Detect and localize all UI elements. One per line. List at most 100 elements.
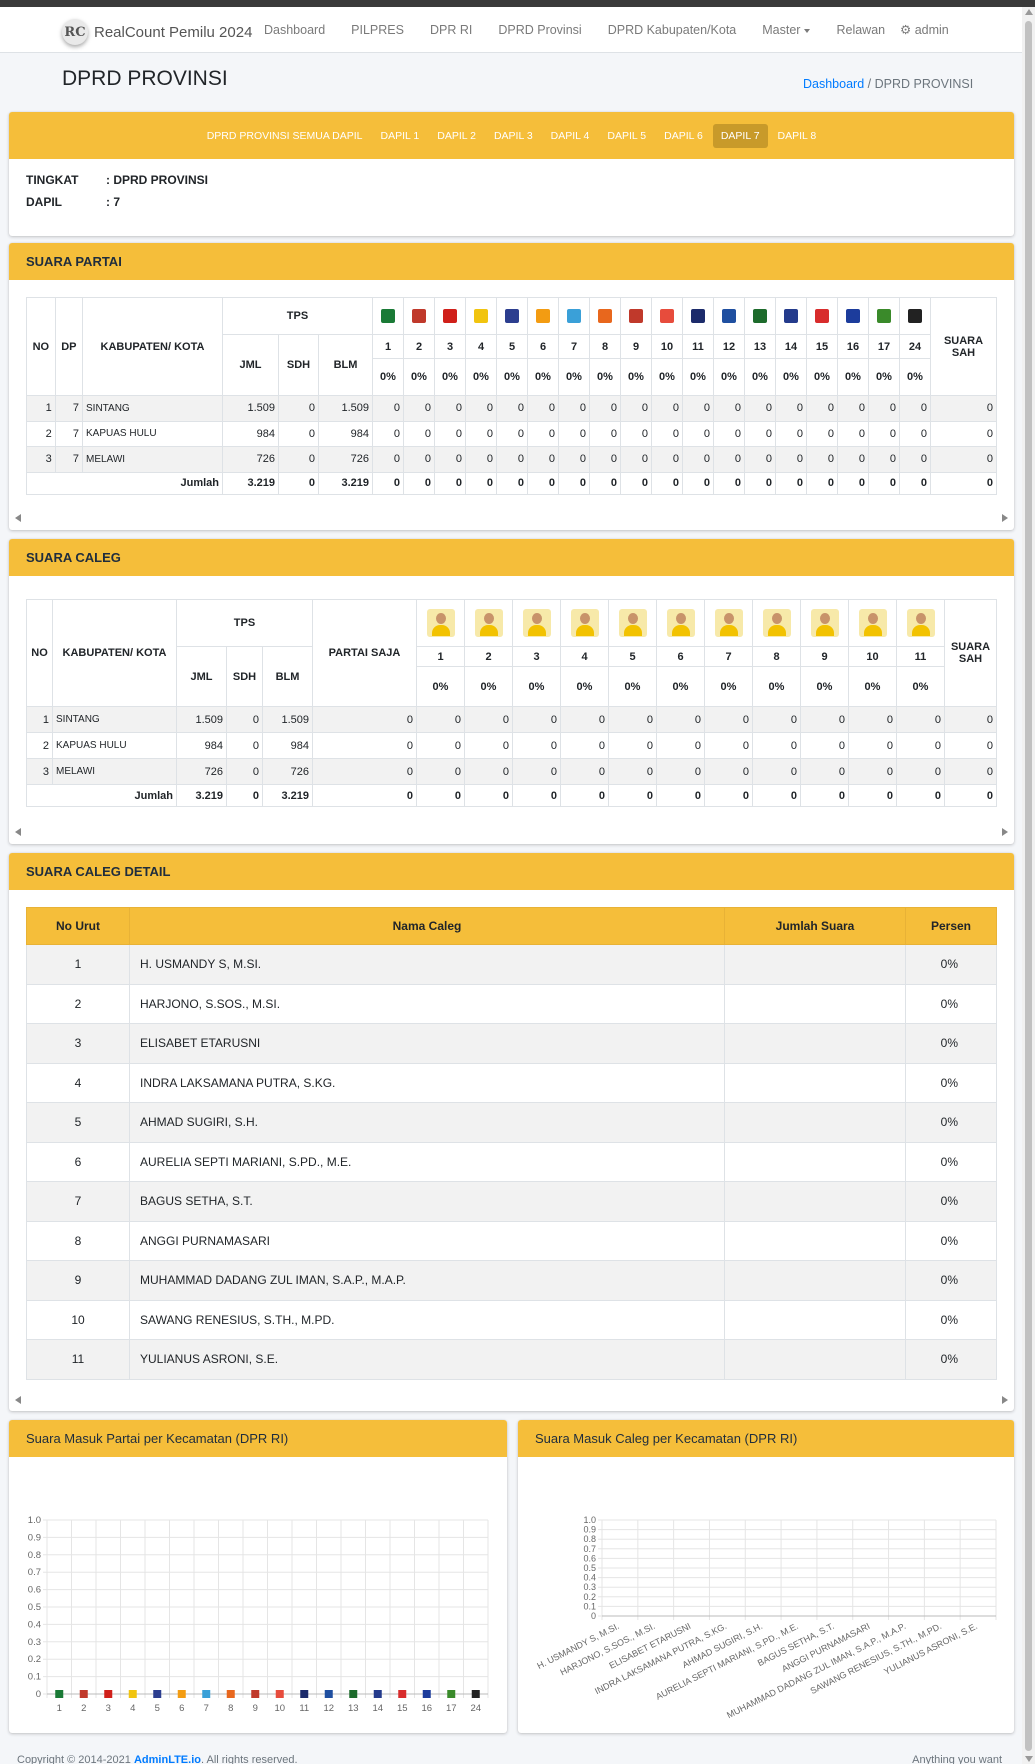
tab-dapil-1[interactable]: DAPIL 1 <box>373 124 428 148</box>
row-jml: 726 <box>222 446 279 473</box>
y-tick-label: 0.2 <box>583 1592 596 1602</box>
info-value: : 7 <box>106 195 121 209</box>
caleg-percent: 0% <box>464 666 513 707</box>
nav-dprd-provinsi[interactable]: DPRD Provinsi <box>498 23 581 37</box>
row-party-votes: 0 <box>527 446 559 473</box>
caleg-photo <box>858 609 887 637</box>
nav-relawan[interactable]: Relawan <box>836 23 885 37</box>
chart-partai: 00.10.20.30.40.50.60.70.80.91.01 2 3 4 5 6 7 8 9… <box>28 1515 489 1714</box>
row-persen: 0% <box>905 1023 997 1064</box>
detail-table-scrollbar[interactable] <box>15 1395 1008 1405</box>
caleg-table-scrollbar[interactable] <box>15 827 1008 837</box>
row-party-votes: 0 <box>713 446 745 473</box>
table-row: 10 SAWANG RENESIUS, S.TH., M.PD. 0% <box>26 1299 997 1340</box>
party-logo-icon <box>202 1690 211 1698</box>
party-logo-cell <box>465 297 497 335</box>
row-persen: 0% <box>905 1220 997 1261</box>
row-jml: 1.509 <box>176 706 227 733</box>
nav-pilpres[interactable]: PILPRES <box>351 23 404 37</box>
row-party-votes: 0 <box>806 446 838 473</box>
tab-dapil-7[interactable]: DAPIL 7 <box>712 123 768 148</box>
nav-dprd-kabupaten[interactable]: DPRD Kabupaten/Kota <box>608 23 737 37</box>
table-row: 1 SINTANG 1.509 0 1.509 0 0 0 0 0 0 0 0 0 0 0 0 0 <box>26 706 997 733</box>
tab-dapil-2[interactable]: DAPIL 2 <box>429 124 484 148</box>
brand[interactable]: RC RealCount Pemilu 2024 <box>62 19 252 45</box>
row-party-votes: 0 <box>899 446 931 473</box>
caleg-number: 11 <box>896 646 945 667</box>
scroll-right-icon <box>1002 514 1008 522</box>
detail-title: SUARA CALEG DETAIL <box>9 853 1014 890</box>
sum-label: Jumlah <box>26 471 223 495</box>
tab-dapil-8[interactable]: DAPIL 8 <box>770 124 825 148</box>
caleg-number: 5 <box>608 646 657 667</box>
row-no: 3 <box>26 758 53 785</box>
sum-row: Jumlah 3.219 0 3.219 0 0 0 0 0 0 0 0 0 0 0 0 0 0 0 0 0 0 0 <box>26 471 997 495</box>
row-caleg-votes: 0 <box>896 732 945 759</box>
sum-party-votes: 0 <box>682 471 714 495</box>
row-nama-caleg: HARJONO, S.SOS., M.SI. <box>129 983 725 1024</box>
partai-table-scrollbar[interactable] <box>15 513 1008 523</box>
party-number: 16 <box>837 334 869 359</box>
sum-row: Jumlah 3.219 0 3.219 0 0 0 0 0 0 0 0 0 0 0 0 0 <box>26 784 997 807</box>
party-logo-cell <box>589 297 621 335</box>
row-sdh: 0 <box>278 420 319 447</box>
breadcrumb-home[interactable]: Dashboard <box>803 77 864 91</box>
row-party-votes: 0 <box>775 420 807 447</box>
brand-text: RealCount Pemilu 2024 <box>94 23 253 41</box>
party-logo-icon <box>908 309 922 323</box>
row-kab: KAPUAS HULU <box>52 732 177 759</box>
row-no: 2 <box>26 420 56 447</box>
row-party-votes: 0 <box>744 420 776 447</box>
x-tick-label: 2 <box>81 1703 86 1714</box>
caleg-photo <box>762 609 791 637</box>
tab-dapil-6[interactable]: DAPIL 6 <box>656 124 711 148</box>
nav-master-dropdown[interactable]: Master <box>762 23 811 37</box>
scrollbar-thumb[interactable] <box>1025 21 1032 1751</box>
party-logo-icon <box>79 1690 88 1698</box>
row-no-urut: 8 <box>26 1220 130 1261</box>
sum-party-votes: 0 <box>558 471 590 495</box>
table-row: 11 YULIANUS ASRONI, S.E. 0% <box>26 1339 997 1380</box>
row-no: 1 <box>26 706 53 733</box>
party-logo-icon <box>784 309 798 323</box>
tab-dapil-5[interactable]: DAPIL 5 <box>599 124 654 148</box>
sum-caleg-votes: 0 <box>608 784 657 807</box>
row-caleg-votes: 0 <box>608 758 657 785</box>
party-percent: 0% <box>713 358 745 396</box>
sum-blm: 3.219 <box>318 471 373 495</box>
row-party-votes: 0 <box>651 395 683 422</box>
footer-link[interactable]: AdminLTE.io <box>134 1754 201 1764</box>
party-number: 11 <box>682 334 714 359</box>
row-caleg-votes: 0 <box>656 732 705 759</box>
tab-dapil-0[interactable]: DPRD PROVINSI SEMUA DAPIL <box>199 124 371 148</box>
caleg-number: 6 <box>656 646 705 667</box>
x-tick-label: 14 <box>372 1703 383 1714</box>
page-scrollbar[interactable] <box>1022 7 1035 1764</box>
user-name: admin <box>914 23 949 37</box>
nav-dpr-ri[interactable]: DPR RI <box>430 23 472 37</box>
row-persen: 0% <box>905 1299 997 1340</box>
nav-dashboard[interactable]: Dashboard <box>264 23 325 37</box>
tab-dapil-4[interactable]: DAPIL 4 <box>543 124 598 148</box>
user-menu[interactable]: ⚙ admin <box>900 22 949 37</box>
header-sdh: SDH <box>278 334 319 396</box>
row-party-votes: 0 <box>372 420 404 447</box>
row-persen: 0% <box>905 1339 997 1380</box>
row-party-votes: 0 <box>620 395 652 422</box>
party-percent: 0% <box>620 358 652 396</box>
suara-caleg-table: NO KABUPATEN/ KOTA TPS PARTAI SAJA SUARA SAH… <box>26 599 997 807</box>
table-row: 9 MUHAMMAD DADANG ZUL IMAN, S.A.P., M.A.P… <box>26 1260 997 1301</box>
tab-dapil-3[interactable]: DAPIL 3 <box>486 124 541 148</box>
party-logo-icon <box>815 309 829 323</box>
row-party-votes: 0 <box>775 446 807 473</box>
party-logo-cell <box>496 297 528 335</box>
party-percent: 0% <box>899 358 931 396</box>
caleg-number: 8 <box>752 646 801 667</box>
row-suara-sah: 0 <box>930 446 997 473</box>
scroll-left-icon <box>15 1396 21 1404</box>
breadcrumb-sep: / <box>867 77 875 91</box>
row-persen: 0% <box>905 944 997 985</box>
y-tick-label: 1.0 <box>583 1515 596 1525</box>
sum-suara-sah: 0 <box>944 784 997 807</box>
row-caleg-votes: 0 <box>848 706 897 733</box>
